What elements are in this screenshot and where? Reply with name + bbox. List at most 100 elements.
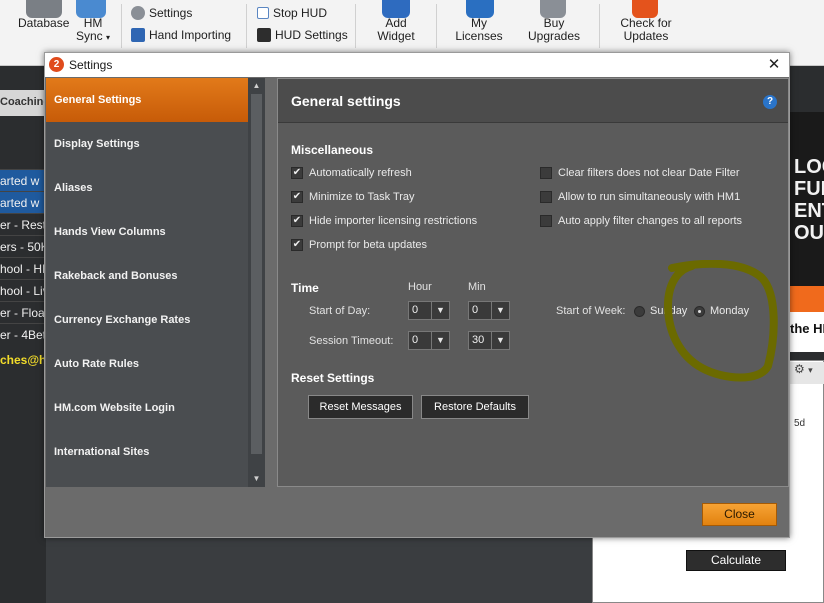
list-item[interactable]: arted w bbox=[0, 191, 46, 213]
select-value: 0 bbox=[412, 304, 419, 316]
add-widget-label-2: Widget bbox=[377, 29, 415, 43]
calculate-button[interactable]: Calculate bbox=[686, 550, 786, 571]
list-item-label: hool - Liv bbox=[0, 284, 46, 298]
database-button[interactable]: Database bbox=[18, 17, 69, 30]
min-header: Min bbox=[468, 281, 486, 293]
stop-hud-button[interactable]: Stop HUD bbox=[257, 3, 327, 23]
minimize-tray-checkbox[interactable]: ✔ Minimize to Task Tray bbox=[291, 191, 415, 203]
time-section-title: Time bbox=[291, 281, 319, 295]
monday-radio[interactable]: Monday bbox=[694, 305, 749, 317]
list-item[interactable]: hool - HI bbox=[0, 257, 46, 279]
clear-filters-checkbox[interactable]: Clear filters does not clear Date Filter bbox=[540, 167, 740, 179]
promo-line: LOC bbox=[794, 156, 824, 178]
scroll-down-icon[interactable]: ▼ bbox=[248, 472, 265, 486]
coaching-tab-label: Coaching bbox=[0, 96, 46, 108]
promo-banner[interactable]: LOC FUI ENT OUR the HI bbox=[790, 112, 824, 352]
option-label: Prompt for beta updates bbox=[309, 239, 428, 251]
chevron-down-icon: ▼ bbox=[491, 332, 509, 349]
auto-apply-filter-checkbox[interactable]: Auto apply filter changes to all reports bbox=[540, 215, 742, 227]
hud-icon bbox=[257, 28, 271, 42]
general-settings-panel: General settings ? Miscellaneous ✔ Autom… bbox=[277, 78, 789, 487]
session-hour-select[interactable]: 0 ▼ bbox=[408, 331, 450, 350]
list-item[interactable]: er - Rest bbox=[0, 213, 46, 235]
auto-refresh-checkbox[interactable]: ✔ Automatically refresh bbox=[291, 167, 412, 179]
reset-messages-button[interactable]: Reset Messages bbox=[308, 395, 413, 419]
list-item-label: arted w bbox=[0, 174, 40, 188]
chevron-down-icon: ▼ bbox=[491, 302, 509, 319]
settings-dialog: 2 Settings ✕ General Settings Display Se… bbox=[44, 52, 790, 538]
stop-icon bbox=[257, 7, 269, 19]
hud-settings-button[interactable]: HUD Settings bbox=[257, 25, 348, 45]
checkmark-icon: ✔ bbox=[291, 191, 303, 203]
my-licenses-label-2: Licenses bbox=[455, 29, 503, 43]
separator bbox=[436, 4, 437, 48]
separator bbox=[355, 4, 356, 48]
close-button[interactable]: Close bbox=[702, 503, 777, 526]
close-icon[interactable]: ✕ bbox=[759, 53, 789, 77]
radio-button bbox=[634, 305, 645, 317]
scroll-thumb[interactable] bbox=[251, 94, 262, 454]
monday-label: Monday bbox=[710, 305, 750, 317]
checkbox-box bbox=[540, 191, 552, 203]
nav-item-auto-rate-rules[interactable]: Auto Rate Rules bbox=[46, 342, 248, 386]
run-simultaneously-checkbox[interactable]: Allow to run simultaneously with HM1 bbox=[540, 191, 740, 203]
start-day-hour-select[interactable]: 0 ▼ bbox=[408, 301, 450, 320]
settings-button[interactable]: Settings bbox=[131, 3, 192, 23]
list-item[interactable]: arted w bbox=[0, 169, 46, 191]
my-licenses-button[interactable]: My Licenses bbox=[455, 17, 503, 43]
hand-importing-button[interactable]: Hand Importing bbox=[131, 25, 231, 45]
add-widget-button[interactable]: Add Widget bbox=[374, 17, 418, 43]
buy-upgrades-button[interactable]: Buy Upgrades bbox=[526, 17, 582, 43]
nav-scrollbar[interactable]: ▲ ▼ bbox=[248, 78, 265, 487]
dialog-titlebar[interactable]: 2 Settings ✕ bbox=[45, 53, 789, 77]
separator bbox=[246, 4, 247, 48]
option-label: Allow to run simultaneously with HM1 bbox=[558, 191, 741, 203]
panel-toolbar: ⚙ ▾ bbox=[790, 362, 824, 384]
nav-item-aliases[interactable]: Aliases bbox=[46, 166, 248, 210]
start-day-min-select[interactable]: 0 ▼ bbox=[468, 301, 510, 320]
beta-updates-checkbox[interactable]: ✔ Prompt for beta updates bbox=[291, 239, 427, 251]
option-label: Minimize to Task Tray bbox=[309, 191, 415, 203]
check-for-updates-button[interactable]: Check for Updates bbox=[614, 17, 678, 43]
start-of-day-label: Start of Day: bbox=[309, 305, 371, 317]
option-label: Automatically refresh bbox=[309, 167, 412, 179]
nav-item-currency-exchange[interactable]: Currency Exchange Rates bbox=[46, 298, 248, 342]
help-icon[interactable]: ? bbox=[763, 95, 777, 109]
coaching-tab[interactable]: Coaching bbox=[0, 90, 46, 116]
option-label: Clear filters does not clear Date Filter bbox=[558, 167, 740, 179]
separator bbox=[599, 4, 600, 48]
radio-button-selected bbox=[694, 305, 705, 317]
list-item-label: er - Floa bbox=[0, 306, 45, 320]
nav-item-display-settings[interactable]: Display Settings bbox=[46, 122, 248, 166]
restore-defaults-button[interactable]: Restore Defaults bbox=[421, 395, 529, 419]
promo-button-strip bbox=[790, 286, 824, 312]
nav-item-website-login[interactable]: HM.com Website Login bbox=[46, 386, 248, 430]
hm-sync-button[interactable]: HM Sync ▾ bbox=[76, 17, 110, 44]
chevron-down-icon[interactable]: ▾ bbox=[808, 365, 813, 375]
gear-icon[interactable]: ⚙ bbox=[794, 362, 805, 376]
promo-line: FUI bbox=[794, 178, 824, 200]
nav-item-general-settings[interactable]: General Settings bbox=[46, 78, 248, 122]
scroll-up-icon[interactable]: ▲ bbox=[248, 79, 265, 93]
chevron-down-icon: ▼ bbox=[431, 332, 449, 349]
panel-header: General settings ? bbox=[278, 79, 788, 123]
list-item-label: ers - 50K bbox=[0, 240, 46, 254]
hide-licensing-checkbox[interactable]: ✔ Hide importer licensing restrictions bbox=[291, 215, 477, 227]
checkmark-icon: ✔ bbox=[291, 167, 303, 179]
email-link[interactable]: ches@hc bbox=[0, 349, 46, 371]
hand-icon bbox=[131, 28, 145, 42]
sunday-label: Sunday bbox=[650, 305, 688, 317]
nav-item-hands-view-columns[interactable]: Hands View Columns bbox=[46, 210, 248, 254]
sunday-radio[interactable]: Sunday bbox=[634, 305, 687, 317]
buy-upgrades-label-2: Upgrades bbox=[527, 29, 581, 43]
panel-title: General settings bbox=[291, 93, 401, 109]
nav-item-international-sites[interactable]: International Sites bbox=[46, 430, 248, 474]
list-item[interactable]: ers - 50K bbox=[0, 235, 46, 257]
list-item-label: hool - HI bbox=[0, 262, 46, 276]
list-item[interactable]: er - Floa bbox=[0, 301, 46, 323]
nav-item-rakeback[interactable]: Rakeback and Bonuses bbox=[46, 254, 248, 298]
select-value: 30 bbox=[472, 334, 485, 346]
list-item[interactable]: er - 4Bet bbox=[0, 323, 46, 345]
list-item[interactable]: hool - Liv bbox=[0, 279, 46, 301]
session-min-select[interactable]: 30 ▼ bbox=[468, 331, 510, 350]
